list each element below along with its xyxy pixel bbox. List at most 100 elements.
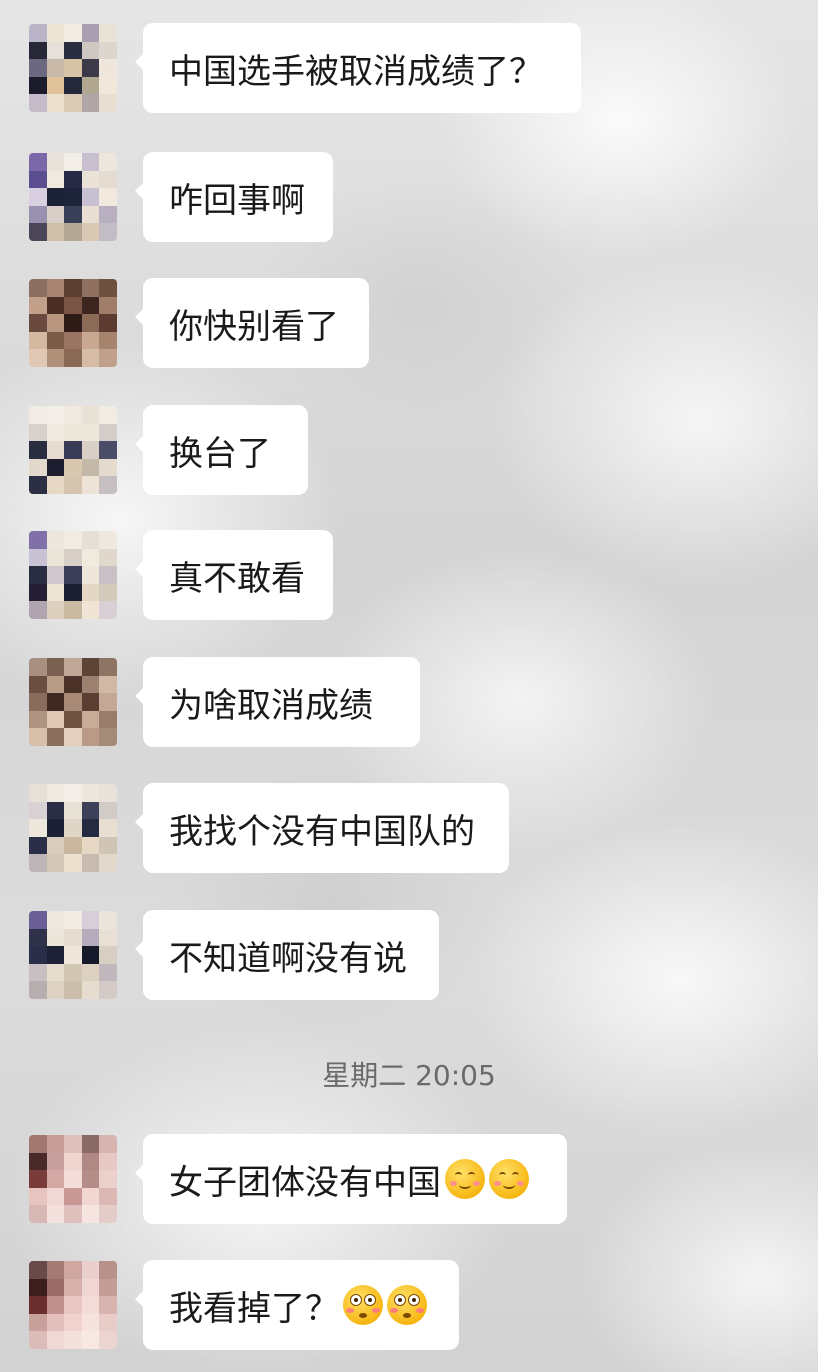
avatar-pixel bbox=[29, 24, 47, 42]
message-bubble[interactable]: 不知道啊没有说 bbox=[135, 910, 439, 1000]
chat-message[interactable]: 女子团体没有中国 bbox=[0, 1134, 818, 1224]
avatar-pixel bbox=[64, 24, 82, 42]
avatar-pixel bbox=[81, 349, 100, 367]
blushing-smile-emoji-icon bbox=[489, 1159, 529, 1199]
blushing-smile-emoji-icon bbox=[445, 1159, 485, 1199]
avatar-pixel bbox=[46, 1261, 65, 1279]
avatar-pixel bbox=[64, 1313, 82, 1332]
avatar-pixel bbox=[64, 406, 82, 424]
message-bubble[interactable]: 我找个没有中国队的 bbox=[135, 783, 509, 873]
avatar[interactable] bbox=[29, 279, 117, 367]
avatar-pixel bbox=[29, 728, 47, 746]
avatar-pixel bbox=[99, 1152, 117, 1171]
avatar-pixel bbox=[64, 441, 82, 459]
avatar-pixel bbox=[81, 331, 100, 350]
chat-message[interactable]: 真不敢看 bbox=[0, 530, 818, 620]
avatar-pixel bbox=[99, 1170, 117, 1188]
message-text: 中国选手被取消成绩了？ bbox=[169, 51, 543, 92]
chat-message[interactable]: 我找个没有中国队的 bbox=[0, 783, 818, 873]
avatar-pixel bbox=[46, 1135, 65, 1153]
chat-message[interactable]: 我看掉了？ bbox=[0, 1260, 818, 1350]
message-bubble[interactable]: 真不敢看 bbox=[135, 530, 333, 620]
avatar-pixel bbox=[29, 583, 47, 602]
avatar-pixel bbox=[81, 458, 100, 477]
avatar-pixel bbox=[99, 784, 117, 802]
avatar-pixel bbox=[64, 693, 82, 711]
avatar[interactable] bbox=[29, 1261, 117, 1349]
avatar-pixel bbox=[29, 349, 47, 367]
avatar-pixel bbox=[64, 423, 82, 442]
avatar-pixel bbox=[99, 1261, 117, 1279]
avatar-pixel bbox=[99, 675, 117, 694]
avatar[interactable] bbox=[29, 24, 117, 112]
avatar-pixel bbox=[46, 836, 65, 855]
avatar[interactable] bbox=[29, 911, 117, 999]
avatar-pixel bbox=[64, 801, 82, 820]
avatar-pixel bbox=[46, 963, 65, 982]
avatar-pixel bbox=[64, 963, 82, 982]
avatar[interactable] bbox=[29, 531, 117, 619]
avatar-pixel bbox=[64, 94, 82, 112]
avatar-pixel bbox=[64, 911, 82, 929]
avatar-pixel bbox=[29, 223, 47, 241]
avatar-pixel bbox=[81, 59, 100, 77]
avatar-pixel bbox=[46, 153, 65, 171]
avatar-pixel bbox=[64, 836, 82, 855]
message-bubble[interactable]: 女子团体没有中国 bbox=[135, 1134, 567, 1224]
avatar-pixel bbox=[99, 1278, 117, 1297]
avatar-pixel bbox=[81, 836, 100, 855]
avatar-pixel bbox=[64, 331, 82, 350]
message-bubble[interactable]: 为啥取消成绩 bbox=[135, 657, 420, 747]
avatar-pixel bbox=[81, 1170, 100, 1188]
avatar-pixel bbox=[81, 1313, 100, 1332]
avatar-pixel bbox=[46, 41, 65, 60]
avatar-pixel bbox=[29, 981, 47, 999]
chat-message[interactable]: 咋回事啊 bbox=[0, 152, 818, 242]
avatar-pixel bbox=[64, 566, 82, 584]
chat-message[interactable]: 你快别看了 bbox=[0, 278, 818, 368]
avatar-pixel bbox=[81, 928, 100, 947]
message-bubble[interactable]: 你快别看了 bbox=[135, 278, 369, 368]
avatar-pixel bbox=[99, 59, 117, 77]
avatar-pixel bbox=[29, 170, 47, 189]
avatar-pixel bbox=[99, 170, 117, 189]
avatar-pixel bbox=[46, 583, 65, 602]
avatar-pixel bbox=[81, 854, 100, 872]
avatar-pixel bbox=[46, 1187, 65, 1206]
avatar-pixel bbox=[99, 76, 117, 95]
avatar-pixel bbox=[81, 728, 100, 746]
avatar-pixel bbox=[46, 331, 65, 350]
chat-message[interactable]: 为啥取消成绩 bbox=[0, 657, 818, 747]
avatar[interactable] bbox=[29, 1135, 117, 1223]
message-bubble[interactable]: 我看掉了？ bbox=[135, 1260, 459, 1350]
message-bubble[interactable]: 换台了 bbox=[135, 405, 308, 495]
chat-message[interactable]: 不知道啊没有说 bbox=[0, 910, 818, 1000]
avatar[interactable] bbox=[29, 406, 117, 494]
avatar-pixel bbox=[99, 94, 117, 112]
chat-message[interactable]: 换台了 bbox=[0, 405, 818, 495]
avatar-pixel bbox=[46, 1152, 65, 1171]
avatar-pixel bbox=[99, 548, 117, 567]
chat-message[interactable]: 中国选手被取消成绩了？ bbox=[0, 23, 818, 113]
avatar-pixel bbox=[81, 441, 100, 459]
avatar-pixel bbox=[46, 476, 65, 494]
avatar-pixel bbox=[46, 1313, 65, 1332]
avatar[interactable] bbox=[29, 658, 117, 746]
avatar-pixel bbox=[46, 188, 65, 206]
avatar-pixel bbox=[81, 188, 100, 206]
avatar-pixel bbox=[29, 441, 47, 459]
avatar-pixel bbox=[81, 1152, 100, 1171]
avatar-pixel bbox=[46, 566, 65, 584]
message-text: 不知道啊没有说 bbox=[169, 938, 407, 979]
avatar-pixel bbox=[81, 423, 100, 442]
message-bubble[interactable]: 咋回事啊 bbox=[135, 152, 333, 242]
message-bubble[interactable]: 中国选手被取消成绩了？ bbox=[135, 23, 581, 113]
avatar-pixel bbox=[99, 1331, 117, 1349]
avatar-pixel bbox=[46, 784, 65, 802]
avatar-pixel bbox=[99, 1313, 117, 1332]
avatar-pixel bbox=[64, 981, 82, 999]
avatar[interactable] bbox=[29, 153, 117, 241]
avatar-pixel bbox=[29, 963, 47, 982]
avatar[interactable] bbox=[29, 784, 117, 872]
avatar-pixel bbox=[46, 819, 65, 837]
